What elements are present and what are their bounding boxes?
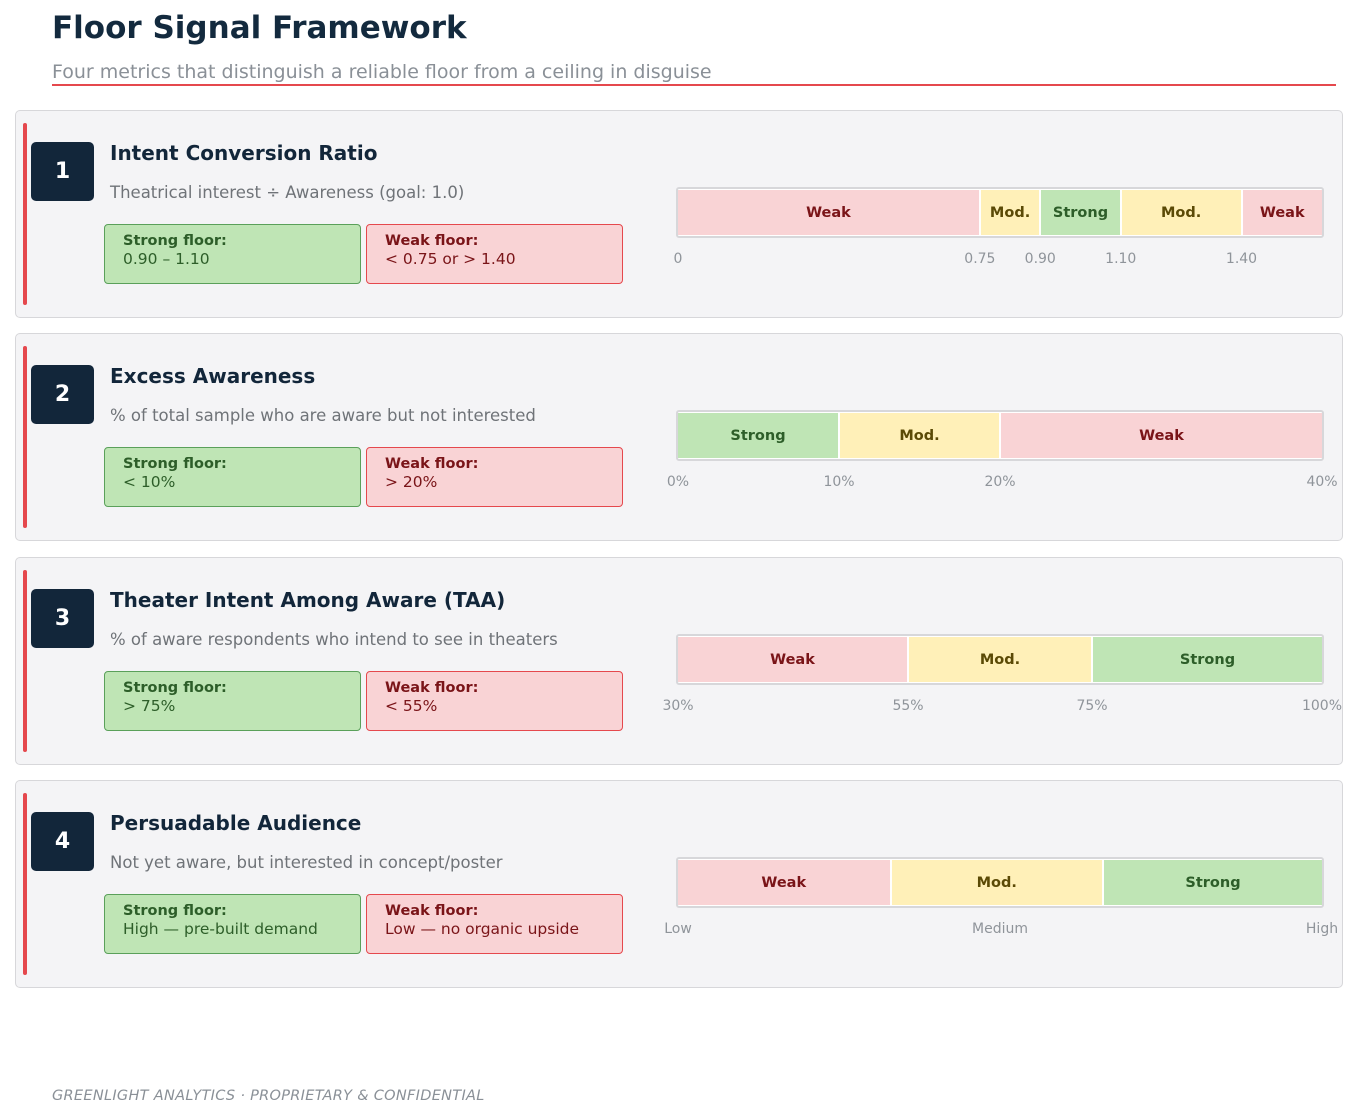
scale-tick-labels: 0% 10% 20% 40% — [667, 474, 1338, 494]
strong-floor-box: Strong floor: 0.90 – 1.10 — [104, 224, 361, 284]
metric-card: 4 Persuadable Audience Not yet aware, but … — [15, 780, 1343, 988]
scale-band-weak: Weak — [1001, 413, 1322, 458]
scale-band-strong: Strong — [1104, 860, 1322, 905]
scale-tick-label: 20% — [984, 474, 1016, 490]
card-accent-bar — [23, 793, 27, 975]
metric-number-badge: 1 — [31, 142, 94, 201]
weak-floor-box: Weak floor: Low — no organic upside — [366, 894, 623, 954]
scale-tick-label: 75% — [1076, 698, 1108, 714]
metric-card: 1 Intent Conversion Ratio Theatrical inter… — [15, 110, 1343, 318]
metric-description: Not yet aware, but interested in concept… — [110, 853, 503, 872]
metric-title: Excess Awareness — [110, 364, 316, 388]
scale-tick-label: 100% — [1301, 698, 1343, 714]
metric-description: Theatrical interest ÷ Awareness (goal: 1… — [110, 183, 465, 202]
scale-band-weak: Weak — [678, 190, 979, 235]
strong-floor-value: > 75% — [123, 697, 176, 715]
scale-tick-labels: Low Medium High — [664, 921, 1338, 941]
scale-tick-label: 0.90 — [1024, 251, 1056, 267]
strong-floor-value: 0.90 – 1.10 — [123, 250, 210, 268]
weak-floor-value: Low — no organic upside — [385, 920, 580, 938]
threshold-scale-bar: Weak Mod. Strong — [676, 634, 1324, 685]
scale-band-strong: Strong — [1093, 637, 1322, 682]
strong-floor-label: Strong floor: — [123, 456, 227, 472]
metric-number-badge: 4 — [31, 812, 94, 871]
scale-band-weak: Weak — [678, 637, 907, 682]
scale-tick-label: 0.75 — [964, 251, 996, 267]
metric-number-badge: 2 — [31, 365, 94, 424]
scale-band-moderate: Mod. — [891, 860, 1103, 905]
weak-floor-value: > 20% — [385, 473, 438, 491]
scale-tick-label: 1.10 — [1105, 251, 1137, 267]
weak-floor-label: Weak floor: — [385, 903, 479, 919]
metric-title: Persuadable Audience — [110, 811, 362, 835]
strong-floor-label: Strong floor: — [123, 903, 227, 919]
threshold-scale-bar: Weak Mod. Strong — [676, 857, 1324, 908]
weak-floor-label: Weak floor: — [385, 680, 479, 696]
metric-card: 3 Theater Intent Among Aware (TAA) % of aw… — [15, 557, 1343, 765]
strong-floor-value: High — pre-built demand — [123, 920, 318, 938]
threshold-scale-bar: Strong Mod. Weak — [676, 410, 1324, 461]
card-accent-bar — [23, 570, 27, 752]
page-title: Floor Signal Framework — [52, 10, 467, 46]
metric-title: Intent Conversion Ratio — [110, 141, 378, 165]
scale-band-moderate: Mod. — [1121, 190, 1241, 235]
weak-floor-value: < 55% — [385, 697, 438, 715]
strong-floor-value: < 10% — [123, 473, 176, 491]
scale-band-moderate: Mod. — [909, 637, 1091, 682]
card-accent-bar — [23, 346, 27, 528]
strong-floor-label: Strong floor: — [123, 233, 227, 249]
metric-card: 2 Excess Awareness % of total sample who a… — [15, 333, 1343, 541]
strong-floor-box: Strong floor: > 75% — [104, 671, 361, 731]
weak-floor-value: < 0.75 or > 1.40 — [385, 250, 516, 268]
strong-floor-box: Strong floor: High — pre-built demand — [104, 894, 361, 954]
weak-floor-label: Weak floor: — [385, 233, 479, 249]
scale-tick-labels: 30% 55% 75% 100% — [662, 698, 1342, 718]
weak-floor-box: Weak floor: < 55% — [366, 671, 623, 731]
scale-tick-label: High — [1305, 921, 1339, 937]
strong-floor-label: Strong floor: — [123, 680, 227, 696]
footer-text: GREENLIGHT ANALYTICS · PROPRIETARY & CON… — [52, 1088, 485, 1104]
scale-band-moderate: Mod. — [840, 413, 999, 458]
threshold-scale-bar: Weak Mod. Strong Mod. Weak — [676, 187, 1324, 238]
weak-floor-box: Weak floor: < 0.75 or > 1.40 — [366, 224, 623, 284]
scale-band-strong: Strong — [678, 413, 838, 458]
scale-tick-label: 30% — [662, 698, 694, 714]
scale-tick-label: 10% — [823, 474, 855, 490]
scale-tick-label: 1.40 — [1225, 251, 1258, 267]
metric-description: % of aware respondents who intend to see… — [110, 630, 558, 649]
scale-tick-label: 55% — [892, 698, 924, 714]
metric-number-badge: 3 — [31, 589, 94, 648]
scale-tick-label: Low — [664, 921, 692, 937]
metric-title: Theater Intent Among Aware (TAA) — [110, 588, 506, 612]
weak-floor-box: Weak floor: > 20% — [366, 447, 623, 507]
strong-floor-box: Strong floor: < 10% — [104, 447, 361, 507]
scale-tick-labels: 0 0.75 0.90 1.10 1.40 — [674, 251, 1322, 271]
scale-band-weak: Weak — [1242, 190, 1322, 235]
page-subtitle: Four metrics that distinguish a reliable… — [52, 61, 712, 83]
scale-band-moderate: Mod. — [980, 190, 1040, 235]
card-accent-bar — [23, 123, 27, 305]
scale-tick-label: 0 — [673, 251, 683, 267]
scale-band-weak: Weak — [678, 860, 890, 905]
title-divider — [52, 84, 1336, 86]
scale-tick-label: 0% — [666, 474, 690, 490]
metric-description: % of total sample who are aware but not … — [110, 406, 536, 425]
scale-tick-label: 40% — [1306, 474, 1338, 490]
scale-band-strong: Strong — [1041, 190, 1120, 235]
scale-tick-label: Medium — [972, 921, 1028, 937]
weak-floor-label: Weak floor: — [385, 456, 479, 472]
